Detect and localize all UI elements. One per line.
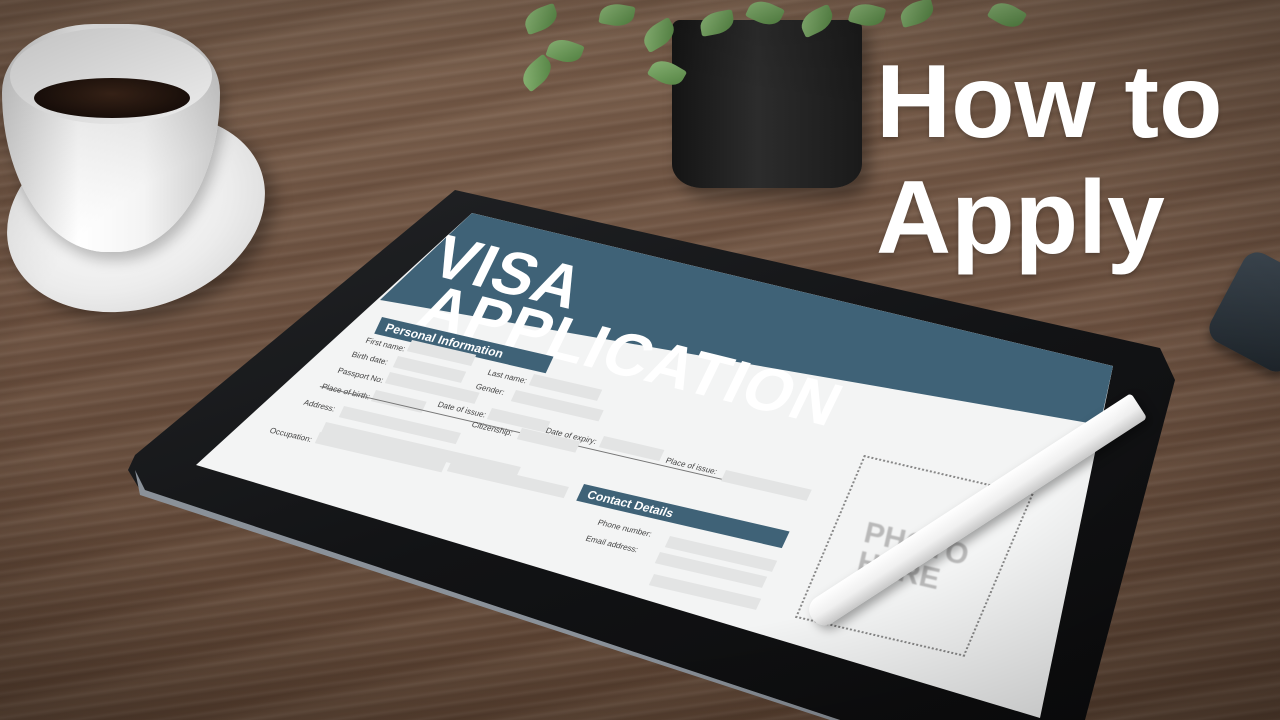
headline-line2: Apply	[876, 160, 1165, 276]
headline: How to Apply	[876, 44, 1276, 276]
headline-line1: How to	[876, 44, 1223, 160]
